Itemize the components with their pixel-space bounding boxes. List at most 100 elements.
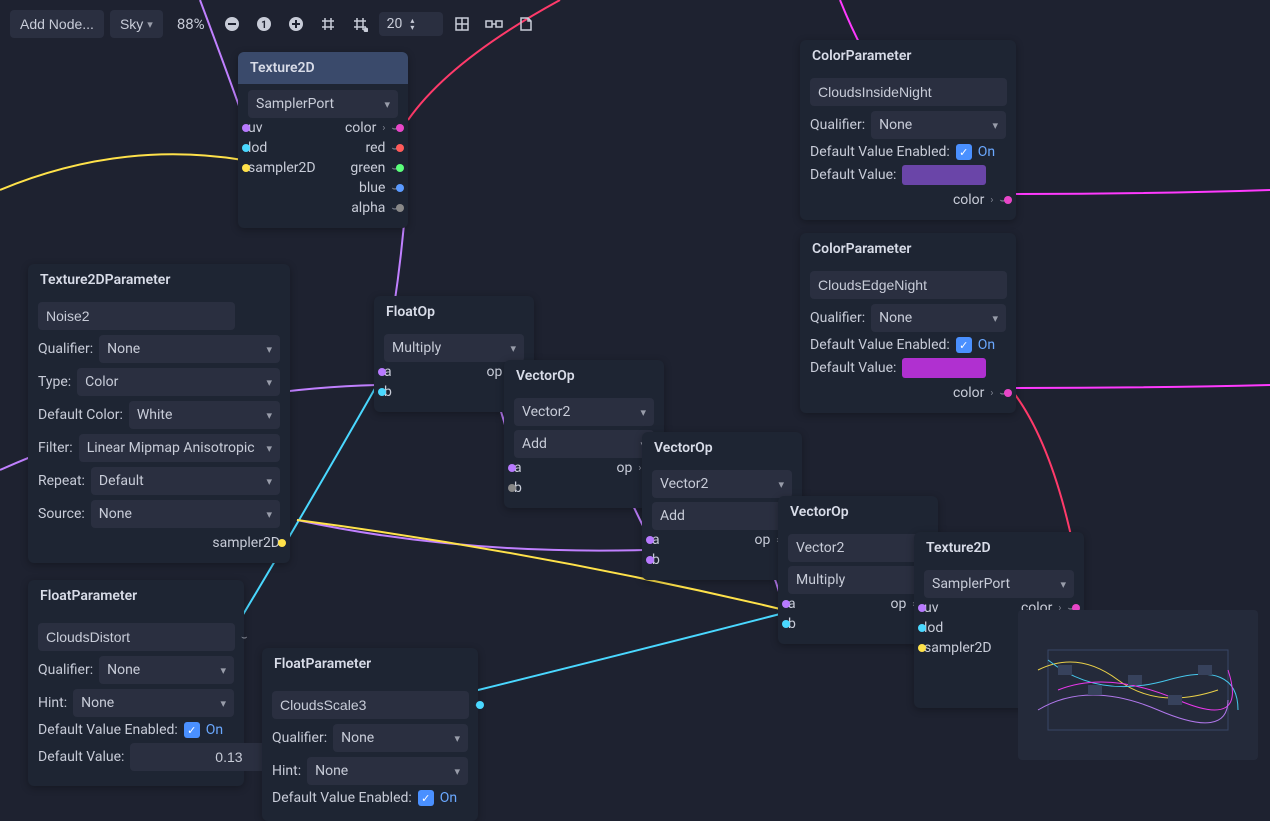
chevron-down-icon: ▾: [266, 343, 272, 356]
field-label: Default Color:: [38, 407, 123, 423]
field-label: Filter:: [38, 440, 73, 456]
input-port[interactable]: [508, 484, 516, 492]
input-port[interactable]: [782, 600, 790, 608]
color-swatch[interactable]: [902, 165, 986, 185]
hint-select[interactable]: None▾: [307, 757, 468, 785]
field-label: Default Value Enabled:: [272, 790, 412, 806]
output-port[interactable]: [396, 184, 404, 192]
add-node-button[interactable]: Add Node...: [10, 10, 104, 38]
source-select[interactable]: None▾: [91, 500, 280, 528]
field-label: Default Value:: [810, 167, 896, 183]
file-icon[interactable]: [513, 11, 539, 37]
sky-menu-button[interactable]: Sky ▾: [110, 10, 163, 38]
minimap[interactable]: [1018, 610, 1258, 760]
qualifier-select[interactable]: None▾: [871, 304, 1006, 332]
default-enabled-checkbox[interactable]: ✓: [956, 144, 972, 160]
param-name-input[interactable]: [38, 302, 235, 330]
port-label: alpha: [351, 200, 385, 216]
field-label: Repeat:: [38, 473, 85, 489]
output-port[interactable]: [1004, 196, 1012, 204]
node-title: FloatParameter: [262, 648, 478, 680]
layout-icon[interactable]: [449, 11, 475, 37]
default-enabled-checkbox[interactable]: ✓: [956, 337, 972, 353]
type-select[interactable]: Color▾: [77, 368, 280, 396]
field-label: Qualifier:: [272, 730, 327, 746]
input-port[interactable]: [918, 644, 926, 652]
select-value: White: [137, 407, 173, 423]
input-port[interactable]: [242, 124, 250, 132]
input-port[interactable]: [918, 624, 926, 632]
op-select[interactable]: Add▾: [514, 430, 654, 458]
vectype-select[interactable]: Vector2▾: [514, 398, 654, 426]
output-port[interactable]: [278, 539, 286, 547]
op-select[interactable]: Add▾: [652, 502, 792, 530]
chevron-down-icon: ▾: [778, 478, 784, 491]
input-port[interactable]: [918, 604, 926, 612]
updown-icon[interactable]: ▴▾: [410, 17, 414, 31]
port-label: uv: [248, 120, 263, 136]
snap-grid-icon[interactable]: [315, 11, 341, 37]
zoom-out-icon[interactable]: [219, 11, 245, 37]
snap-guides-icon[interactable]: [347, 11, 373, 37]
op-select[interactable]: Multiply▾: [384, 334, 524, 362]
color-swatch[interactable]: [902, 358, 986, 378]
param-name-input[interactable]: [810, 271, 1007, 299]
qualifier-select[interactable]: None▾: [871, 111, 1006, 139]
node-colorparameter[interactable]: ColorParameter Qualifier: None▾ Default …: [800, 233, 1016, 413]
vectype-select[interactable]: Vector2▾: [788, 534, 928, 562]
filter-select[interactable]: Linear Mipmap Anisotropic▾: [79, 434, 280, 462]
node-floatparameter[interactable]: FloatParameter ⌣ Qualifier: None▾ Hint: …: [28, 580, 244, 786]
input-port[interactable]: [508, 464, 516, 472]
input-port[interactable]: [242, 144, 250, 152]
chevron-down-icon: ▾: [220, 664, 226, 677]
zoom-in-icon[interactable]: [283, 11, 309, 37]
input-port[interactable]: [378, 368, 386, 376]
input-port[interactable]: [242, 164, 250, 172]
input-port[interactable]: [646, 536, 654, 544]
select-value: None: [315, 763, 348, 779]
default-color-select[interactable]: White▾: [129, 401, 280, 429]
zoom-reset-icon[interactable]: 1: [251, 11, 277, 37]
select-value: Vector2: [660, 476, 708, 492]
output-port[interactable]: [396, 204, 404, 212]
op-select[interactable]: Multiply▾: [788, 566, 928, 594]
input-port[interactable]: [646, 556, 654, 564]
param-name-input[interactable]: [810, 78, 1007, 106]
output-port[interactable]: [1004, 389, 1012, 397]
grid-snap-spinbox[interactable]: 20 ▴▾: [379, 12, 443, 36]
node-colorparameter[interactable]: ColorParameter Qualifier: None▾ Default …: [800, 40, 1016, 220]
default-enabled-checkbox[interactable]: ✓: [418, 790, 434, 806]
sampler-mode-select[interactable]: SamplerPort▾: [248, 90, 398, 118]
param-name-input[interactable]: [272, 691, 469, 719]
node-title: VectorOp: [778, 496, 938, 528]
vectype-select[interactable]: Vector2 ▾: [652, 470, 792, 498]
select-value: None: [879, 117, 912, 133]
sampler-mode-value: SamplerPort: [932, 576, 1010, 592]
node-title: FloatParameter: [28, 580, 244, 612]
hint-select[interactable]: None▾: [73, 689, 234, 717]
select-value: None: [341, 730, 374, 746]
input-port[interactable]: [378, 388, 386, 396]
connections-icon[interactable]: [481, 11, 507, 37]
repeat-select[interactable]: Default▾: [91, 467, 280, 495]
output-port[interactable]: [476, 701, 484, 709]
field-label: Default Value Enabled:: [38, 722, 178, 738]
node-texture2d[interactable]: Texture2D SamplerPort▾ uv color›⌣ lod re…: [238, 52, 408, 228]
node-vectorop[interactable]: VectorOp Vector2▾ Add▾ a op›⌣ b: [504, 360, 664, 508]
output-port[interactable]: [396, 124, 404, 132]
node-floatparameter[interactable]: FloatParameter ⌣ Qualifier: None▾ Hint: …: [262, 648, 478, 821]
input-port[interactable]: [782, 620, 790, 628]
qualifier-select[interactable]: None▾: [99, 335, 280, 363]
port-label: sampler2D: [248, 160, 316, 176]
port-label: op: [487, 364, 503, 380]
qualifier-select[interactable]: None▾: [333, 724, 468, 752]
qualifier-select[interactable]: None▾: [99, 656, 234, 684]
default-enabled-checkbox[interactable]: ✓: [184, 722, 200, 738]
param-name-input[interactable]: [38, 623, 235, 651]
output-port[interactable]: [396, 164, 404, 172]
node-title: ColorParameter: [800, 233, 1016, 265]
zoom-percent: 88%: [169, 15, 213, 33]
node-texture2dparameter[interactable]: Texture2DParameter Qualifier: None▾ Type…: [28, 264, 290, 563]
sampler-mode-select[interactable]: SamplerPort▾: [924, 570, 1074, 598]
output-port[interactable]: [396, 144, 404, 152]
